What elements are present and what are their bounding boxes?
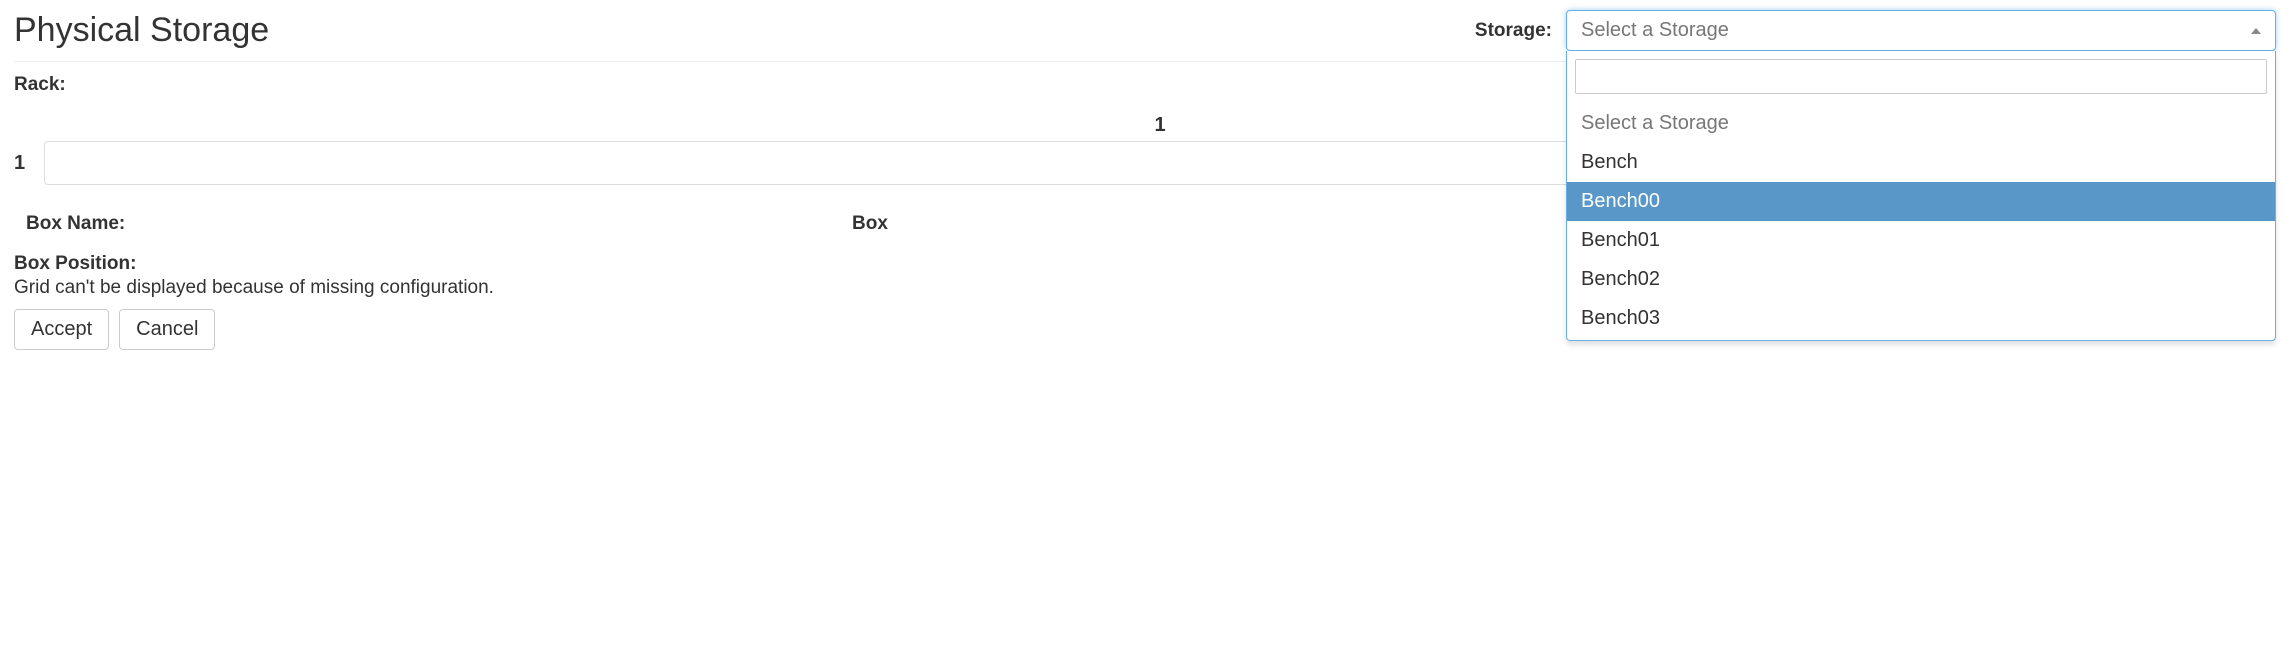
storage-select-option[interactable]: Bench01	[1567, 221, 2275, 260]
box-name-label: Box Name:	[26, 213, 125, 235]
page-title: Physical Storage	[14, 11, 269, 50]
storage-select-search-input[interactable]	[1575, 59, 2267, 94]
chevron-up-icon	[2251, 28, 2261, 34]
storage-select-option[interactable]: Bench02	[1567, 260, 2275, 299]
storage-select[interactable]: Select a Storage Select a StorageBenchBe…	[1566, 10, 2276, 51]
storage-select-selection[interactable]: Select a Storage	[1566, 10, 2276, 51]
storage-select-option[interactable]: Bench03	[1567, 299, 2275, 338]
accept-button[interactable]: Accept	[14, 309, 109, 350]
storage-select-option[interactable]: Bench00	[1567, 182, 2275, 221]
storage-label: Storage:	[1475, 20, 1552, 42]
storage-select-option[interactable]: Select a Storage	[1567, 104, 2275, 143]
storage-select-options: Select a StorageBenchBench00Bench01Bench…	[1567, 102, 2275, 340]
rack-row-header: 1	[14, 152, 44, 175]
storage-select-selected-text: Select a Storage	[1581, 19, 1729, 42]
storage-select-dropdown: Select a StorageBenchBench00Bench01Bench…	[1566, 51, 2276, 341]
box-other-label: Box	[852, 213, 888, 235]
cancel-button[interactable]: Cancel	[119, 309, 215, 350]
storage-select-option[interactable]: Bench	[1567, 143, 2275, 182]
